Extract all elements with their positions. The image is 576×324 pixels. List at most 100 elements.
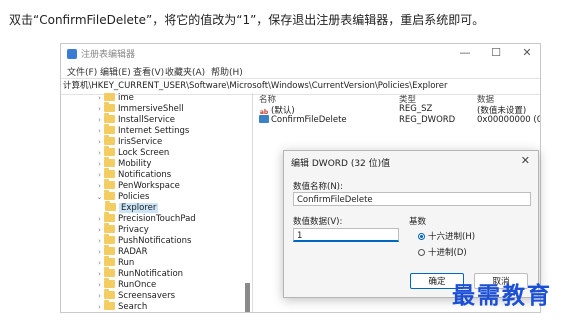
- tree-item-label: Privacy: [118, 225, 149, 235]
- chevron-right-icon[interactable]: ›: [95, 93, 104, 104]
- folder-icon: [104, 124, 115, 134]
- folder-icon: [105, 201, 116, 211]
- chevron-right-icon[interactable]: ›: [95, 181, 104, 192]
- chevron-right-icon[interactable]: ›: [95, 236, 104, 247]
- tree-item-label: ime: [118, 93, 134, 103]
- folder-icon: [104, 278, 115, 288]
- tree-item[interactable]: Explorer: [105, 201, 159, 214]
- chevron-right-icon[interactable]: ›: [95, 302, 104, 312]
- value-type: REG_SZ: [399, 104, 433, 114]
- tree-scrollbar-thumb[interactable]: [245, 283, 250, 312]
- folder-icon: [104, 168, 115, 178]
- caption-text: 双击“ConfirmFileDelete”，将它的值改为“1”，保存退出注册表编…: [9, 13, 485, 27]
- chevron-right-icon[interactable]: ›: [95, 148, 104, 159]
- tree-item-label: Search: [118, 302, 148, 312]
- decimal-radio[interactable]: 十进制(D): [418, 246, 467, 258]
- tree-item-label: Screensavers: [118, 291, 176, 301]
- tree-item[interactable]: › RADAR: [95, 245, 148, 258]
- menu-bar: 文件(F) 编辑(E) 查看(V) 收藏夹(A) 帮助(H): [61, 64, 540, 78]
- tree-item-label: RunOnce: [118, 280, 157, 290]
- value-type: REG_DWORD: [399, 115, 456, 125]
- chevron-right-icon[interactable]: ›: [95, 291, 104, 302]
- hex-radio[interactable]: 十六进制(H): [418, 230, 475, 242]
- tree-item-label: InstallService: [118, 115, 176, 125]
- chevron-right-icon[interactable]: ›: [95, 258, 104, 269]
- value-name-label: 数值名称(N):: [293, 182, 343, 192]
- title-bar: 注册表编辑器 — ☐ ✕: [61, 44, 540, 64]
- tree-item-label: ImmersiveShell: [118, 104, 184, 114]
- menu-view[interactable]: 查看(V): [133, 65, 164, 78]
- folder-icon: [104, 300, 115, 310]
- tree-item[interactable]: › PushNotifications: [95, 234, 192, 247]
- tree-item-label: PushNotifications: [118, 236, 192, 246]
- menu-help[interactable]: 帮助(H): [211, 65, 243, 78]
- tree-item-label: Internet Settings: [118, 126, 190, 136]
- chevron-right-icon[interactable]: ›: [95, 115, 104, 126]
- chevron-right-icon[interactable]: ›: [95, 269, 104, 280]
- tree-item[interactable]: › Search: [95, 300, 148, 312]
- tree-item[interactable]: ⌄ Policies: [95, 190, 150, 203]
- chevron-right-icon[interactable]: ›: [95, 126, 104, 137]
- radio-unselected-icon: [418, 249, 425, 256]
- chevron-right-icon[interactable]: ›: [95, 214, 104, 225]
- maximize-icon[interactable]: ☐: [488, 46, 504, 59]
- folder-icon: [104, 190, 115, 200]
- dialog-title: 编辑 DWORD (32 位)值: [291, 159, 391, 169]
- regedit-app-icon: [67, 49, 77, 59]
- value-name-field[interactable]: ConfirmFileDelete: [293, 192, 531, 206]
- folder-icon: [104, 223, 115, 233]
- folder-icon: [104, 135, 115, 145]
- folder-icon: [104, 93, 115, 101]
- folder-icon: [104, 113, 115, 123]
- folder-icon: [104, 256, 115, 266]
- chevron-right-icon[interactable]: ›: [95, 159, 104, 170]
- folder-icon: [104, 102, 115, 112]
- folder-icon: [104, 289, 115, 299]
- folder-icon: [104, 179, 115, 189]
- value-data: 0x00000000 (0): [477, 115, 541, 125]
- tree-item-label: Notifications: [118, 170, 172, 180]
- radio-selected-icon: [418, 233, 425, 240]
- watermark-text: 最需教育: [452, 282, 552, 309]
- hex-radio-label: 十六进制(H): [428, 232, 476, 242]
- tree-item-label: PrecisionTouchPad: [118, 214, 196, 224]
- tree-item-label: Policies: [118, 192, 150, 202]
- menu-favorites[interactable]: 收藏夹(A): [165, 65, 205, 78]
- value-name: ConfirmFileDelete: [271, 115, 347, 125]
- decimal-radio-label: 十进制(D): [428, 248, 467, 258]
- folder-icon: [104, 234, 115, 244]
- tree-item-label: Mobility: [118, 159, 152, 169]
- folder-icon: [104, 157, 115, 167]
- menu-file[interactable]: 文件(F): [67, 65, 97, 78]
- tree-item-label: Explorer: [119, 203, 159, 213]
- base-label: 基数: [409, 217, 427, 227]
- chevron-right-icon[interactable]: ›: [95, 247, 104, 258]
- tree-item[interactable]: › Run: [95, 256, 135, 269]
- chevron-right-icon[interactable]: ›: [95, 104, 104, 115]
- chevron-right-icon[interactable]: ›: [95, 225, 104, 236]
- chevron-right-icon[interactable]: ›: [95, 280, 104, 291]
- tree-item-label: RunNotification: [118, 269, 184, 279]
- folder-icon: [104, 146, 115, 156]
- value-data-label: 数值数据(V):: [293, 217, 343, 227]
- chevron-down-icon[interactable]: ⌄: [95, 192, 104, 203]
- dialog-close-icon[interactable]: ✕: [521, 154, 530, 167]
- tree-item-label: Lock Screen: [118, 148, 170, 158]
- value-data-input[interactable]: 1: [293, 228, 399, 242]
- key-tree-pane: › ime › ImmersiveShell › InstallService › Inter…: [61, 93, 253, 312]
- tree-item[interactable]: › Internet Settings: [95, 124, 190, 137]
- chevron-right-icon[interactable]: ›: [95, 170, 104, 181]
- dword-value-icon: [259, 115, 269, 123]
- chevron-right-icon[interactable]: ›: [95, 137, 104, 148]
- folder-icon: [104, 245, 115, 255]
- folder-icon: [104, 267, 115, 277]
- folder-icon: [104, 212, 115, 222]
- tree-item-label: PenWorkspace: [118, 181, 180, 191]
- menu-edit[interactable]: 编辑(E): [100, 65, 131, 78]
- window-title: 注册表编辑器: [81, 50, 136, 60]
- tree-item[interactable]: › PrecisionTouchPad: [95, 212, 196, 225]
- close-icon[interactable]: ✕: [519, 46, 535, 59]
- minimize-icon[interactable]: —: [457, 46, 473, 59]
- tree-item[interactable]: › ime: [95, 93, 134, 104]
- tree-item-label: Run: [118, 258, 135, 268]
